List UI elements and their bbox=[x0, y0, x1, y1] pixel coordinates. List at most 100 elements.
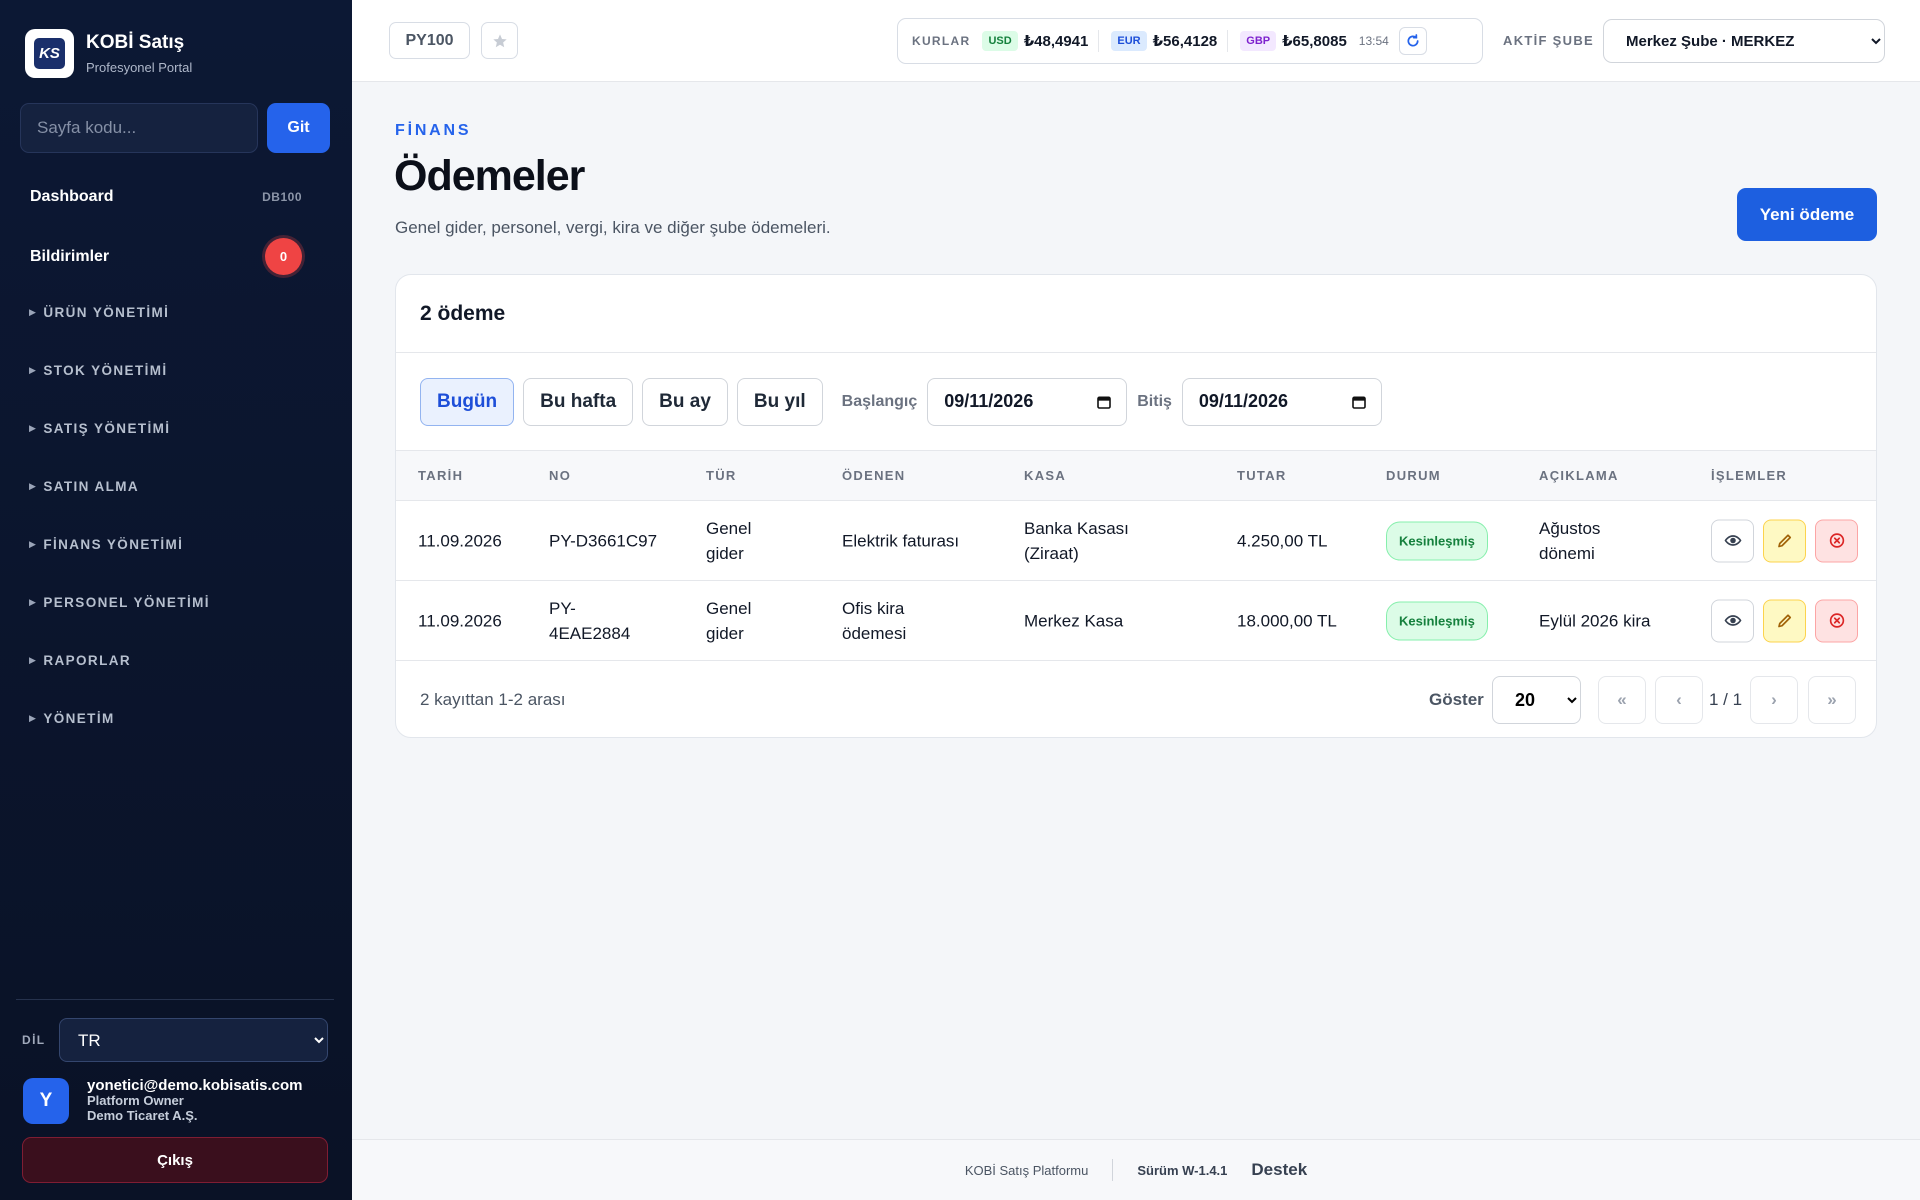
branch-select[interactable]: Merkez Şube · MERKEZ bbox=[1603, 19, 1885, 63]
sidebar-group-yonetim[interactable]: ▶ YÖNETİM bbox=[29, 711, 115, 726]
top-bar: PY100 KURLAR USD ₺48,4941 EUR ₺56,4128 G… bbox=[352, 0, 1920, 82]
notifications-label: Bildirimler bbox=[30, 247, 110, 265]
usd-code: USD bbox=[982, 31, 1018, 51]
prev-page-button[interactable]: ‹ bbox=[1655, 676, 1703, 724]
record-count-text: 2 kayıttan 1-2 arası bbox=[420, 690, 566, 709]
user-role: Platform Owner bbox=[87, 1093, 184, 1109]
sidebar-group-urun[interactable]: ▶ ÜRÜN YÖNETİMİ bbox=[29, 305, 169, 320]
pencil-icon bbox=[1777, 614, 1791, 628]
filter-this-year-button[interactable]: Bu yıl bbox=[736, 377, 823, 426]
language-select[interactable]: TR bbox=[59, 1018, 328, 1062]
caret-right-icon: ▶ bbox=[29, 307, 38, 317]
page-indicator: 1 / 1 bbox=[1709, 690, 1743, 709]
cancel-button[interactable] bbox=[1815, 519, 1858, 562]
go-button[interactable]: Git bbox=[267, 103, 330, 153]
start-date-label: Başlangıç bbox=[841, 392, 918, 410]
brand[interactable]: KS KOBİ Satış Profesyonel Portal bbox=[25, 29, 192, 78]
sidebar-group-stok[interactable]: ▶ STOK YÖNETİMİ bbox=[29, 363, 168, 378]
status-badge: Kesinleşmiş bbox=[1386, 601, 1488, 640]
favorite-button[interactable] bbox=[481, 22, 518, 59]
pagination-bar: 2 kayıttan 1-2 arası Göster 20 « ‹ 1 / 1… bbox=[396, 661, 1876, 737]
x-circle-icon bbox=[1829, 613, 1844, 628]
col-type: TÜR bbox=[706, 468, 737, 483]
page-size-label: Göster bbox=[1429, 690, 1484, 709]
pencil-icon bbox=[1777, 534, 1791, 548]
new-payment-button[interactable]: Yeni ödeme bbox=[1737, 188, 1877, 241]
last-page-button[interactable]: » bbox=[1808, 676, 1856, 724]
gbp-rate: ₺65,8085 bbox=[1282, 33, 1347, 50]
avatar: Y bbox=[23, 1077, 69, 1124]
rates-time: 13:54 bbox=[1358, 34, 1389, 48]
refresh-icon bbox=[1407, 34, 1419, 47]
logout-button[interactable]: Çıkış bbox=[22, 1137, 328, 1183]
col-description: AÇIKLAMA bbox=[1539, 468, 1619, 483]
sidebar-group-personel[interactable]: ▶ PERSONEL YÖNETİMİ bbox=[29, 595, 210, 610]
star-icon bbox=[492, 33, 507, 47]
refresh-rates-button[interactable] bbox=[1398, 27, 1427, 55]
caret-right-icon: ▶ bbox=[29, 365, 38, 375]
sidebar-divider bbox=[16, 999, 334, 1000]
calendar-icon bbox=[1352, 396, 1366, 409]
filter-today-button[interactable]: Bugün bbox=[420, 377, 515, 426]
col-no: NO bbox=[549, 468, 572, 483]
col-actions: İŞLEMLER bbox=[1711, 468, 1788, 483]
sidebar-item-dashboard[interactable]: Dashboard DB100 bbox=[30, 188, 302, 206]
calendar-icon bbox=[1097, 396, 1112, 409]
branch-label: AKTİF ŞUBE bbox=[1503, 33, 1594, 48]
caret-right-icon: ▶ bbox=[29, 481, 38, 491]
caret-right-icon: ▶ bbox=[29, 713, 38, 723]
view-button[interactable] bbox=[1711, 599, 1754, 642]
sidebar-group-raporlar[interactable]: ▶ RAPORLAR bbox=[29, 653, 131, 668]
usd-rate: ₺48,4941 bbox=[1023, 33, 1089, 50]
sidebar-group-finans[interactable]: ▶ FİNANS YÖNETİMİ bbox=[29, 537, 183, 552]
brand-logo-icon: KS bbox=[25, 29, 74, 78]
table-row: 11.09.2026 PY-D3661C97 Genel gider Elekt… bbox=[396, 501, 1876, 581]
edit-button[interactable] bbox=[1763, 519, 1806, 562]
page-title: Ödemeler bbox=[394, 152, 585, 200]
caret-right-icon: ▶ bbox=[29, 423, 38, 433]
sidebar: KS KOBİ Satış Profesyonel Portal Git Das… bbox=[0, 0, 352, 1200]
sidebar-item-notifications[interactable]: Bildirimler 0 bbox=[30, 238, 302, 275]
dashboard-label: Dashboard bbox=[30, 188, 114, 205]
table-header: TARİH NO TÜR ÖDENEN KASA TUTAR DURUM AÇI… bbox=[396, 451, 1876, 501]
payments-card: 2 ödeme Bugün Bu hafta Bu ay Bu yıl Başl… bbox=[395, 274, 1877, 738]
col-paid: ÖDENEN bbox=[842, 468, 906, 483]
user-company: Demo Ticaret A.Ş. bbox=[87, 1108, 198, 1124]
view-button[interactable] bbox=[1711, 519, 1754, 562]
page-footer: KOBİ Satış Platformu Sürüm W-1.4.1 Deste… bbox=[352, 1139, 1920, 1200]
sidebar-group-satis[interactable]: ▶ SATIŞ YÖNETİMİ bbox=[29, 421, 170, 436]
page-size-select[interactable]: 20 bbox=[1492, 676, 1581, 724]
cancel-button[interactable] bbox=[1815, 599, 1858, 642]
page-code-input[interactable] bbox=[20, 103, 258, 153]
col-date: TARİH bbox=[418, 468, 464, 483]
brand-title: KOBİ Satış bbox=[86, 32, 185, 53]
filter-bar: Bugün Bu hafta Bu ay Bu yıl Başlangıç 09… bbox=[396, 353, 1876, 451]
eye-icon bbox=[1724, 615, 1741, 626]
col-cash: KASA bbox=[1024, 468, 1067, 483]
dashboard-code: DB100 bbox=[262, 190, 302, 204]
exchange-rates: KURLAR USD ₺48,4941 EUR ₺56,4128 GBP ₺65… bbox=[897, 18, 1483, 64]
start-date-input[interactable]: 09/11/2026 bbox=[927, 377, 1128, 426]
language-label: DİL bbox=[22, 1033, 46, 1047]
brand-subtitle: Profesyonel Portal bbox=[86, 60, 193, 75]
sidebar-group-satin-alma[interactable]: ▶ SATIN ALMA bbox=[29, 479, 139, 494]
rates-label: KURLAR bbox=[912, 34, 971, 48]
filter-this-week-button[interactable]: Bu hafta bbox=[523, 377, 634, 426]
version-text: Sürüm W-1.4.1 bbox=[1137, 1162, 1228, 1178]
user-email: yonetici@demo.kobisatis.com bbox=[87, 1077, 303, 1094]
eye-icon bbox=[1724, 535, 1741, 546]
filter-this-month-button[interactable]: Bu ay bbox=[642, 377, 728, 426]
user-profile: Y yonetici@demo.kobisatis.com Platform O… bbox=[23, 1077, 303, 1124]
caret-right-icon: ▶ bbox=[29, 597, 38, 607]
first-page-button[interactable]: « bbox=[1598, 676, 1646, 724]
page-description: Genel gider, personel, vergi, kira ve di… bbox=[395, 218, 831, 237]
page-code-badge: PY100 bbox=[389, 22, 470, 59]
support-link[interactable]: Destek bbox=[1251, 1160, 1307, 1180]
caret-right-icon: ▶ bbox=[29, 539, 38, 549]
end-date-label: Bitiş bbox=[1137, 392, 1172, 410]
x-circle-icon bbox=[1829, 533, 1844, 548]
status-badge: Kesinleşmiş bbox=[1386, 521, 1488, 560]
end-date-input[interactable]: 09/11/2026 bbox=[1181, 377, 1382, 426]
edit-button[interactable] bbox=[1763, 599, 1806, 642]
next-page-button[interactable]: › bbox=[1750, 676, 1798, 724]
